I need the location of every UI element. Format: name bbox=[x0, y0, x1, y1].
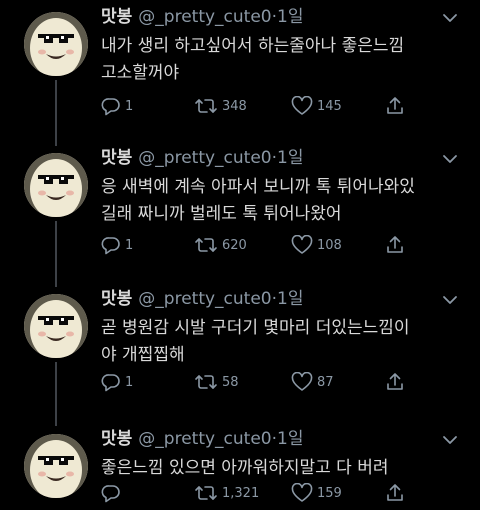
retweet-count: 620 bbox=[222, 237, 247, 253]
tweet-text: 곧 병원감 시발 구더기 몇마리 더있는느낌이 야 개찝찝해 bbox=[101, 318, 410, 365]
user-handle[interactable]: @_pretty_cute0 bbox=[138, 429, 271, 449]
tweet-header: 맛봉 @_pretty_cute0·1일 bbox=[101, 427, 303, 451]
like-count: 159 bbox=[317, 485, 342, 501]
tweet-header: 맛봉 @_pretty_cute0·1일 bbox=[101, 287, 303, 311]
display-name[interactable]: 맛봉 bbox=[101, 148, 132, 168]
display-name[interactable]: 맛봉 bbox=[101, 7, 132, 27]
avatar[interactable] bbox=[24, 434, 88, 498]
reply-button[interactable]: 1 bbox=[101, 95, 133, 117]
timestamp[interactable]: 1일 bbox=[277, 429, 303, 449]
reply-button[interactable]: 1 bbox=[101, 371, 133, 393]
retweet-count: 58 bbox=[222, 374, 239, 390]
retweet-icon bbox=[195, 99, 217, 113]
tweet-actions: 1 348 145 bbox=[101, 95, 431, 117]
retweet-icon bbox=[195, 486, 217, 500]
avatar-image bbox=[24, 12, 88, 76]
share-button[interactable] bbox=[385, 95, 405, 117]
tweet-text: 내가 생리 하고싶어서 하는줄아나 좋은느낌 고소할꺼야 bbox=[101, 36, 405, 83]
tweet-text: 좋은느낌 있으면 아까워하지말고 다 버려 bbox=[101, 458, 389, 478]
tweet[interactable]: 맛봉 @_pretty_cute0·1일 응 새벽에 계속 아파서 보니까 톡 튀… bbox=[0, 141, 480, 280]
timestamp[interactable]: 1일 bbox=[277, 7, 303, 27]
display-name[interactable]: 맛봉 bbox=[101, 429, 132, 449]
user-handle[interactable]: @_pretty_cute0 bbox=[138, 7, 271, 27]
share-button[interactable] bbox=[385, 234, 405, 256]
reply-icon bbox=[101, 98, 120, 116]
avatar[interactable] bbox=[24, 12, 88, 76]
tweet-text: 응 새벽에 계속 아파서 보니까 톡 튀어나와있 길래 짜니까 벌레도 톡 튀어… bbox=[101, 177, 415, 224]
share-button[interactable] bbox=[385, 371, 405, 393]
like-button[interactable]: 159 bbox=[291, 482, 342, 504]
tweet[interactable]: 맛봉 @_pretty_cute0·1일 내가 생리 하고싶어서 하는줄아나 좋은… bbox=[0, 0, 480, 139]
chevron-down-icon[interactable] bbox=[441, 150, 459, 168]
retweet-icon bbox=[195, 375, 217, 389]
tweet-header: 맛봉 @_pretty_cute0·1일 bbox=[101, 5, 303, 29]
tweet-actions: 1,321 159 bbox=[101, 482, 431, 504]
heart-icon bbox=[291, 483, 313, 502]
avatar[interactable] bbox=[24, 153, 88, 217]
like-count: 87 bbox=[317, 374, 334, 390]
reply-button[interactable]: 1 bbox=[101, 234, 133, 256]
user-handle[interactable]: @_pretty_cute0 bbox=[138, 289, 271, 309]
retweet-button[interactable]: 1,321 bbox=[194, 482, 259, 504]
avatar-image bbox=[24, 294, 88, 358]
reply-button[interactable] bbox=[101, 482, 125, 504]
user-handle[interactable]: @_pretty_cute0 bbox=[138, 148, 271, 168]
share-icon bbox=[387, 373, 403, 390]
avatar-image bbox=[24, 153, 88, 217]
tweet-header: 맛봉 @_pretty_cute0·1일 bbox=[101, 146, 303, 170]
tweet-actions: 1 58 87 bbox=[101, 371, 431, 393]
chevron-down-icon[interactable] bbox=[441, 9, 459, 27]
reply-icon bbox=[101, 374, 120, 392]
tweet[interactable]: 맛봉 @_pretty_cute0·1일 좋은느낌 있으면 아까워하지말고 다 버… bbox=[0, 422, 480, 510]
retweet-count: 348 bbox=[222, 98, 247, 114]
heart-icon bbox=[291, 96, 313, 115]
chevron-down-icon[interactable] bbox=[441, 431, 459, 449]
timestamp[interactable]: 1일 bbox=[277, 148, 303, 168]
share-icon bbox=[387, 236, 403, 253]
reply-icon bbox=[101, 237, 120, 255]
like-count: 108 bbox=[317, 237, 342, 253]
reply-count: 1 bbox=[125, 98, 134, 114]
retweet-button[interactable]: 620 bbox=[194, 234, 247, 256]
avatar[interactable] bbox=[24, 294, 88, 358]
display-name[interactable]: 맛봉 bbox=[101, 289, 132, 309]
like-button[interactable]: 145 bbox=[291, 95, 342, 117]
tweet-actions: 1 620 108 bbox=[101, 234, 431, 256]
heart-icon bbox=[291, 372, 313, 391]
share-icon bbox=[387, 484, 403, 501]
like-count: 145 bbox=[317, 98, 342, 114]
like-button[interactable]: 108 bbox=[291, 234, 342, 256]
reply-count: 1 bbox=[125, 237, 134, 253]
chevron-down-icon[interactable] bbox=[441, 291, 459, 309]
tweet[interactable]: 맛봉 @_pretty_cute0·1일 곧 병원감 시발 구더기 몇마리 더있는… bbox=[0, 282, 480, 421]
share-icon bbox=[387, 97, 403, 114]
retweet-count: 1,321 bbox=[222, 485, 260, 501]
heart-icon bbox=[291, 235, 313, 254]
like-button[interactable]: 87 bbox=[291, 371, 334, 393]
reply-icon bbox=[101, 485, 120, 503]
retweet-icon bbox=[195, 238, 217, 252]
retweet-button[interactable]: 348 bbox=[194, 95, 247, 117]
retweet-button[interactable]: 58 bbox=[194, 371, 239, 393]
timestamp[interactable]: 1일 bbox=[277, 289, 303, 309]
reply-count: 1 bbox=[125, 374, 134, 390]
share-button[interactable] bbox=[385, 482, 405, 504]
avatar-image bbox=[24, 434, 88, 498]
